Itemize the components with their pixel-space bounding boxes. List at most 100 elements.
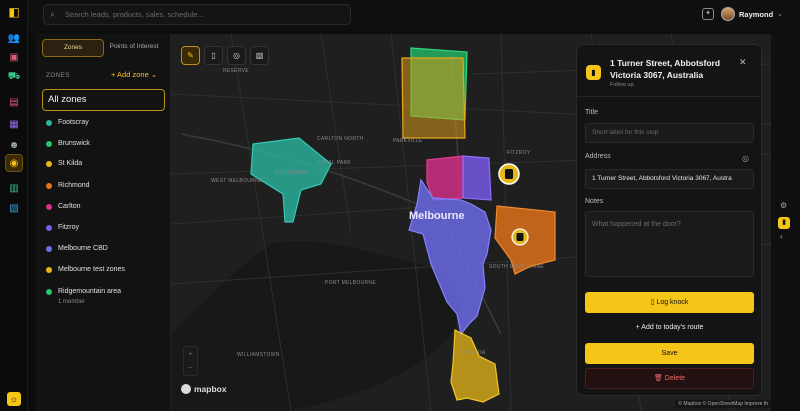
delete-button[interactable]: 🗑 Delete xyxy=(585,368,754,389)
zone-item[interactable]: Melbourne CBD xyxy=(46,245,108,252)
plus-icon: + xyxy=(635,324,640,331)
delete-label: Delete xyxy=(664,375,686,382)
map-pin-icon[interactable]: ◉ xyxy=(5,154,23,172)
log-knock-button[interactable]: ▯ Log knock xyxy=(585,292,754,313)
truck-icon[interactable]: ⛟ xyxy=(7,70,21,84)
address-title: 1 Turner Street, Abbotsford Victoria 306… xyxy=(610,58,721,80)
zone-name: Fitzroy xyxy=(58,224,79,231)
map-label-west-melbourne: WEST MELBOURNE xyxy=(211,178,263,184)
zone-item[interactable]: St Kilda xyxy=(46,160,82,167)
tab-points-of-interest[interactable]: Points of Interest xyxy=(104,39,164,57)
user-menu[interactable]: Raymond ⌄ xyxy=(721,4,791,24)
zone-color-dot xyxy=(46,140,52,147)
add-zone-label: + Add zone xyxy=(111,70,149,79)
chevron-left-icon[interactable]: ‹ xyxy=(780,232,783,241)
zones-tabs: Zones Points of Interest xyxy=(42,39,164,57)
map-label-south-melbourne: SOUTH MELBOURNE xyxy=(489,264,545,270)
add-to-route-button[interactable]: + Add to today's route xyxy=(585,317,754,338)
map-label-fitzroy: FITZROY xyxy=(507,150,531,156)
city-label: Melbourne xyxy=(409,210,465,222)
notes-textarea[interactable]: What happened at the door? xyxy=(585,211,754,277)
zone-name: Brunswick xyxy=(58,140,90,147)
zones-section-label: ZONES xyxy=(46,72,70,79)
location-icon[interactable]: ◎ xyxy=(742,154,749,163)
map-label-parkville: PARKVILLE xyxy=(393,138,423,144)
trash-icon: 🗑 xyxy=(653,375,663,382)
add-zone-button[interactable]: + Add zone ⌄ xyxy=(111,70,157,79)
pin-draw-icon[interactable]: ✎ xyxy=(181,46,200,65)
team-icon[interactable]: ☻ xyxy=(7,138,21,152)
zone-color-dot xyxy=(46,224,52,231)
zone-item[interactable]: Melbourne test zones xyxy=(46,266,125,273)
zone-name: Carlton xyxy=(58,203,81,210)
zone-item[interactable]: Carlton xyxy=(46,203,81,210)
map-fold-icon[interactable]: ▧ xyxy=(250,46,269,65)
search-input[interactable]: ⌕ Search leads, products, sales, schedul… xyxy=(43,4,351,25)
map-label-port-melbourne: PORT MELBOURNE xyxy=(325,280,376,286)
map-toolbar: ✎ ▯ ◎ ▧ xyxy=(181,46,269,65)
log-knock-label: Log knock xyxy=(656,299,689,306)
map-label-footscray: FOOTSCRAY xyxy=(275,170,309,176)
mapbox-text: mapbox xyxy=(194,384,227,394)
map-label-royal-park: ROYAL PARK xyxy=(317,160,352,166)
panel-badge-icon[interactable]: ▮ xyxy=(778,217,790,229)
zone-name: Footscray xyxy=(58,119,89,126)
add-route-label: Add to today's route xyxy=(641,324,704,331)
settings-icon[interactable]: ⚙ xyxy=(780,201,787,210)
zone-color-dot xyxy=(46,288,52,295)
user-name: Raymond xyxy=(739,9,774,19)
top-bar: ⌕ Search leads, products, sales, schedul… xyxy=(28,0,800,30)
zone-item[interactable]: Brunswick xyxy=(46,140,90,147)
gift-icon[interactable]: ✦ xyxy=(702,8,714,20)
zone-color-dot xyxy=(46,245,52,252)
zone-color-dot xyxy=(46,203,52,210)
save-button[interactable]: Save xyxy=(585,343,754,364)
zone-name: St Kilda xyxy=(58,160,83,167)
address-input[interactable]: 1 Turner Street, Abbotsford Victoria 306… xyxy=(585,169,754,189)
location-icon[interactable]: ◎ xyxy=(227,46,246,65)
zone-item[interactable]: Ridgemountain area xyxy=(46,288,121,295)
zone-color-dot xyxy=(46,160,52,167)
search-icon: ⌕ xyxy=(50,9,56,19)
map-label-williamstown: WILLIAMSTOWN xyxy=(237,352,280,358)
map-icon[interactable]: ▧ xyxy=(7,201,21,215)
mapbox-logo: mapbox xyxy=(181,384,227,394)
status-label: Follow up xyxy=(610,82,634,88)
tab-zones[interactable]: Zones xyxy=(42,39,104,57)
avatar xyxy=(721,7,735,21)
users-icon[interactable]: 👥 xyxy=(7,31,21,45)
zone-item[interactable]: Footscray xyxy=(46,119,89,126)
all-zones-item[interactable]: All zones xyxy=(42,89,165,111)
map-attribution[interactable]: © Mapbox © OpenStreetMap Improve th xyxy=(675,400,771,408)
zone-color-dot xyxy=(46,266,52,273)
zone-name: Melbourne test zones xyxy=(58,266,125,273)
box-icon[interactable]: ▣ xyxy=(7,50,21,64)
left-rail: ◧ 👥 ▣ ⛟ ▤ ▦ ☻ ◉ ▥ ▧ ☼ xyxy=(0,0,28,411)
book-icon[interactable]: ▤ xyxy=(7,95,21,109)
address-label: Address xyxy=(585,153,611,160)
zones-panel: Zones Points of Interest ZONES + Add zon… xyxy=(36,34,171,411)
zone-name: Ridgemountain area xyxy=(58,288,122,295)
mapbox-mark-icon xyxy=(181,384,191,394)
zone-item[interactable]: Richmond xyxy=(46,182,90,189)
map-label-st-kilda: ST KILDA xyxy=(461,350,486,356)
zone-name: Richmond xyxy=(58,182,90,189)
notes-label: Notes xyxy=(585,198,604,205)
store-icon[interactable]: ▦ xyxy=(7,117,21,131)
phone-icon[interactable]: ▯ xyxy=(204,46,223,65)
chevron-down-icon: ⌄ xyxy=(150,70,158,79)
stop-detail-panel: ▮ 1 Turner Street, Abbotsford Victoria 3… xyxy=(576,44,762,396)
zoom-control[interactable]: + − xyxy=(183,346,198,376)
zone-item[interactable]: Fitzroy xyxy=(46,224,79,231)
logo-icon[interactable]: ◧ xyxy=(7,5,21,19)
chevron-down-icon: ⌄ xyxy=(777,11,784,18)
search-placeholder: Search leads, products, sales, schedule.… xyxy=(65,10,204,19)
calendar-icon[interactable]: ▥ xyxy=(7,181,21,195)
zone-color-dot xyxy=(46,182,52,189)
sun-icon[interactable]: ☼ xyxy=(7,392,21,406)
knock-icon: ▯ xyxy=(650,299,655,306)
divider xyxy=(577,96,761,97)
zone-color-dot xyxy=(46,119,52,126)
close-icon[interactable]: ✕ xyxy=(739,57,747,68)
title-input[interactable]: Short label for this stop xyxy=(585,123,754,143)
